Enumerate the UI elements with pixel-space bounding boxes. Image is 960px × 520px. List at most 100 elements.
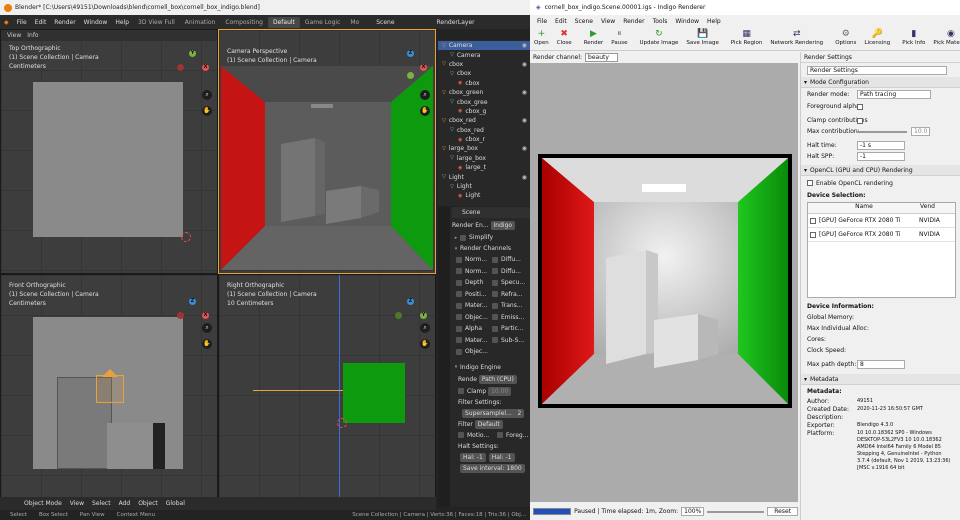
tool-pause[interactable]: ⏸ Pause [607,29,631,46]
scene-select[interactable]: Scene [372,19,398,26]
checkbox[interactable] [857,103,863,110]
checkbox[interactable] [456,314,462,321]
checkbox[interactable] [492,279,498,286]
view-menu[interactable]: View [7,32,21,39]
halt-spp-field[interactable]: -1 [857,152,905,161]
halt-field[interactable]: Hal: -1 [460,452,486,462]
tool-save-image[interactable]: 💾 Save Image [682,29,722,46]
render-mode-select[interactable]: Path tracing [857,90,931,99]
render-mode-select[interactable]: Path (CPU) [478,374,517,384]
menu-render[interactable]: Render [50,19,79,26]
indigo-menu-render[interactable]: Render [619,18,648,25]
tool-update-image[interactable]: ↻ Update Image [635,29,682,46]
menu-help[interactable]: Help [111,19,133,26]
checkbox[interactable] [810,231,816,238]
pan-hand-icon[interactable]: ✋ [420,106,430,116]
checkbox[interactable] [492,302,498,309]
checkbox[interactable] [857,117,863,124]
renderlayer-select[interactable]: RenderLayer [433,19,479,26]
zoom-icon[interactable]: ⌕ [202,323,212,333]
checkbox[interactable] [456,291,462,298]
axis-gizmo[interactable]: YX [177,50,209,80]
blender-logo-icon[interactable]: ◆ [0,19,13,26]
channel-option[interactable]: Diffu... [492,268,528,275]
checkbox[interactable] [492,291,498,298]
tool-render[interactable]: ▶ Render [580,29,608,46]
channel-option[interactable]: Trans... [492,302,528,309]
halt-time-field[interactable]: -1 s [857,141,905,150]
metadata-header[interactable]: ▾ Metadata [801,374,960,385]
bottom-menu-item[interactable]: Global [166,500,185,507]
pan-hand-icon[interactable]: ✋ [420,339,430,349]
device-row[interactable]: [GPU] GeForce RTX 2080 Ti NVIDIA [808,214,955,228]
checkbox[interactable] [458,388,464,394]
indigo-menu-scene[interactable]: Scene [571,18,597,25]
visibility-eye-icon[interactable]: ◉ [522,117,527,124]
light-object[interactable] [96,375,124,403]
channel-option[interactable]: Objec... [456,348,492,355]
indigo-menu-help[interactable]: Help [703,18,725,25]
outliner-item[interactable]: ▽ cbox_red ◉ [438,116,530,125]
outliner-item[interactable]: ◉ large_t [438,163,530,172]
outliner-item[interactable]: ▽ Light [438,182,530,191]
tool-close[interactable]: ✖ Close [553,29,576,46]
checkbox[interactable] [492,314,498,321]
tool-network-rendering[interactable]: ⇄ Network Rendering [766,29,827,46]
zoom-slider[interactable] [707,510,765,513]
tool-licensing[interactable]: 🔑 Licensing [860,29,894,46]
outliner-item[interactable]: ◉ cbox_g [438,107,530,116]
max-depth-field[interactable]: 8 [857,360,905,369]
checkbox[interactable] [456,302,462,309]
info-menu[interactable]: Info [27,32,38,39]
channel-option[interactable]: Positi... [456,291,492,298]
render-channel-select[interactable]: beauty [585,53,618,62]
checkbox[interactable] [458,432,464,438]
outliner-item[interactable]: ▽ cbox ◉ [438,60,530,69]
checkbox[interactable] [456,256,462,263]
outliner-item[interactable]: ◉ Light [438,191,530,200]
menu-window[interactable]: Window [80,19,112,26]
zoom-select[interactable]: 100% [681,507,705,516]
pan-hand-icon[interactable]: ✋ [202,339,212,349]
menu-file[interactable]: File [13,19,31,26]
channel-option[interactable]: Depth [456,279,492,286]
channel-option[interactable]: Sub-S... [492,337,528,344]
visibility-eye-icon[interactable]: ◉ [522,174,527,181]
max-contrib-field[interactable]: 10.0 [911,127,931,136]
bottom-menu-item[interactable]: Object [138,500,158,507]
mode-config-header[interactable]: ▾ Mode Configuration [801,77,960,88]
tool-open[interactable]: + Open [530,29,553,46]
settings-select[interactable]: Render Settings [807,65,947,75]
device-row[interactable]: [GPU] GeForce RTX 2080 Ti NVIDIA [808,228,955,242]
zoom-icon[interactable]: ⌕ [420,90,430,100]
channel-option[interactable]: Partic... [492,325,528,332]
outliner-item[interactable]: ▽ large_box ◉ [438,144,530,153]
outliner-item[interactable]: ▽ cbox_green ◉ [438,88,530,97]
bottom-menu-item[interactable]: View [70,500,84,507]
indigo-menu-tools[interactable]: Tools [649,18,672,25]
workspace-tab[interactable]: Game Logic [300,17,345,28]
visibility-eye-icon[interactable]: ◉ [522,42,527,49]
checkbox[interactable] [492,325,498,332]
outliner-item[interactable]: ▽ cbox [438,69,530,78]
checkbox[interactable] [456,348,462,355]
outliner-item[interactable]: ◉ cbox_r [438,135,530,144]
indigo-menu-edit[interactable]: Edit [551,18,571,25]
checkbox[interactable] [456,279,462,286]
simplify-row[interactable]: ▸ Simplify [452,232,530,243]
checkbox[interactable] [456,325,462,332]
channel-option[interactable]: Objec... [456,314,492,321]
reset-button[interactable]: Reset [767,507,798,516]
pan-hand-icon[interactable]: ✋ [202,106,212,116]
channel-option[interactable]: Alpha [456,325,492,332]
outliner-item[interactable]: ▽ Camera [438,50,530,59]
menu-edit[interactable]: Edit [31,19,51,26]
channel-option[interactable]: Norm... [456,268,492,275]
render-channels-header[interactable]: ▾ Render Channels [452,243,530,254]
workspace-tab[interactable]: 3D View Full [133,17,180,28]
tool-pick-material[interactable]: ◉Pick Material [929,29,960,46]
axis-gizmo[interactable]: ZX [396,50,427,80]
channel-option[interactable]: Refra... [492,291,528,298]
supersample-field[interactable]: Supersamplel... 2 [462,408,525,418]
tool-pick-info[interactable]: ▮ Pick Info [898,29,929,46]
